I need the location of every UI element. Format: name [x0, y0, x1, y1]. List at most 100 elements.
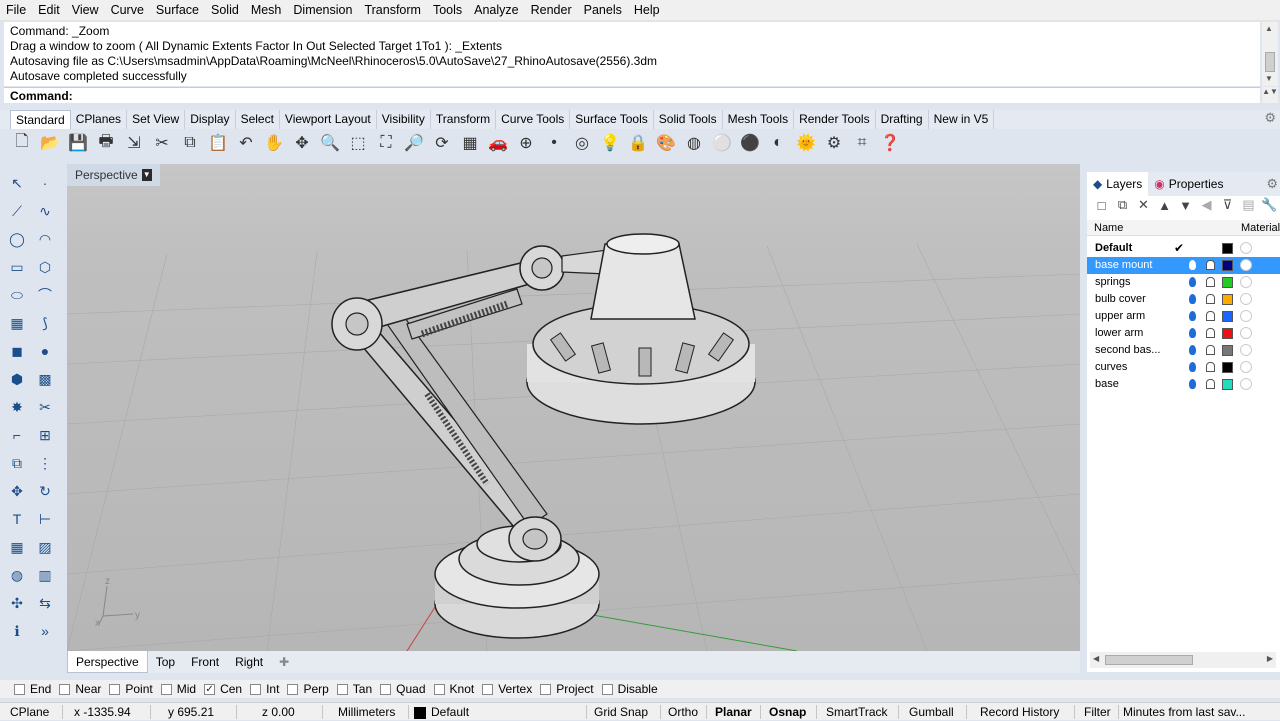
menu-analyze[interactable]: Analyze: [468, 0, 524, 21]
layer-color-swatch[interactable]: [1222, 311, 1233, 322]
tab-new-in-v5[interactable]: New in V5: [929, 110, 995, 129]
explode-icon[interactable]: ✸: [6, 396, 28, 418]
material-icon[interactable]: [1240, 378, 1252, 390]
checkbox[interactable]: [482, 683, 494, 695]
move-icon[interactable]: ✥: [288, 130, 316, 156]
checkbox[interactable]: [250, 683, 262, 695]
menu-help[interactable]: Help: [628, 0, 666, 21]
tab-mesh-tools[interactable]: Mesh Tools: [723, 110, 795, 129]
tab-standard[interactable]: Standard: [10, 110, 71, 129]
layer-color-swatch[interactable]: [1222, 345, 1233, 356]
visibility-bulb-icon[interactable]: [1189, 260, 1196, 270]
tab-properties[interactable]: ◉ Properties: [1148, 172, 1229, 196]
polyline-icon[interactable]: ⟋: [6, 200, 28, 222]
layer-color-swatch[interactable]: [1222, 362, 1233, 373]
layer-row[interactable]: base mount: [1087, 257, 1280, 274]
layer-color-swatch[interactable]: [1222, 243, 1233, 254]
unlock-icon[interactable]: [1206, 362, 1215, 372]
move-icon[interactable]: ✥: [6, 480, 28, 502]
osnap-quad[interactable]: Quad: [380, 682, 426, 696]
status-gumball[interactable]: Gumball: [909, 703, 954, 721]
unlock-icon[interactable]: [1206, 311, 1215, 321]
light-icon[interactable]: 💡: [596, 130, 624, 156]
open-icon[interactable]: 📂: [36, 130, 64, 156]
menu-panels[interactable]: Panels: [578, 0, 628, 21]
sun-icon[interactable]: 🌞: [792, 130, 820, 156]
analyze-icon[interactable]: ▦: [6, 536, 28, 558]
osnap-icon[interactable]: ◎: [568, 130, 596, 156]
osnap-mid[interactable]: Mid: [160, 682, 196, 696]
visibility-bulb-icon[interactable]: [1189, 362, 1196, 372]
tab-layers[interactable]: ◆ Layers: [1087, 172, 1149, 196]
gear-icon[interactable]: ⚙: [1264, 110, 1276, 126]
material-icon[interactable]: [1240, 293, 1252, 305]
scroll-right-icon[interactable]: ▶: [1267, 654, 1273, 663]
save-icon[interactable]: 💾: [64, 130, 92, 156]
dimension-icon[interactable]: ⊢: [34, 508, 56, 530]
checkbox[interactable]: [287, 683, 299, 695]
layer-row[interactable]: upper arm: [1087, 308, 1280, 325]
point-icon[interactable]: •: [540, 130, 568, 156]
material-icon[interactable]: [1240, 259, 1252, 271]
rotate-icon[interactable]: ↻: [34, 480, 56, 502]
status-units[interactable]: Millimeters: [338, 703, 395, 721]
checkbox[interactable]: [433, 683, 445, 695]
expand-icon[interactable]: »: [34, 620, 56, 642]
import-icon[interactable]: ⇲: [120, 130, 148, 156]
checkbox[interactable]: [59, 683, 71, 695]
material-icon[interactable]: [1240, 327, 1252, 339]
checkbox[interactable]: [160, 683, 172, 695]
mesh-icon[interactable]: ▩: [34, 368, 56, 390]
align-icon[interactable]: ⇆: [34, 592, 56, 614]
tab-front[interactable]: Front: [183, 651, 227, 673]
tab-drafting[interactable]: Drafting: [876, 110, 929, 129]
layer-color-swatch[interactable]: [1222, 328, 1233, 339]
material-icon[interactable]: 🎨: [652, 130, 680, 156]
polygon-icon[interactable]: ⬡: [34, 256, 56, 278]
material-icon[interactable]: [1240, 242, 1252, 254]
box-icon[interactable]: ◼: [6, 340, 28, 362]
status-record-history[interactable]: Record History: [980, 703, 1059, 721]
material-icon[interactable]: [1240, 310, 1252, 322]
visibility-bulb-icon[interactable]: [1189, 311, 1196, 321]
circle-icon[interactable]: ◯: [6, 228, 28, 250]
material-icon[interactable]: [1240, 344, 1252, 356]
render-icon[interactable]: ⚫: [736, 130, 764, 156]
status-cplane[interactable]: CPlane: [10, 703, 49, 721]
unlock-icon[interactable]: [1206, 345, 1215, 355]
layer-row[interactable]: bulb cover: [1087, 291, 1280, 308]
osnap-near[interactable]: Near: [59, 682, 101, 696]
material-icon[interactable]: [1240, 361, 1252, 373]
menu-render[interactable]: Render: [525, 0, 578, 21]
move-parent-icon[interactable]: ◀: [1196, 197, 1217, 213]
delete-layer-icon[interactable]: ✕: [1133, 197, 1154, 213]
render-icon[interactable]: ◍: [6, 564, 28, 586]
move-up-icon[interactable]: ▲: [1154, 198, 1175, 213]
status-smarttrack[interactable]: SmartTrack: [826, 703, 888, 721]
visibility-bulb-icon[interactable]: [1189, 277, 1196, 287]
menu-transform[interactable]: Transform: [358, 0, 427, 21]
osnap-project[interactable]: Project: [540, 682, 594, 696]
scroll-thumb[interactable]: [1105, 655, 1193, 665]
split-icon[interactable]: ✂: [34, 396, 56, 418]
menu-view[interactable]: View: [66, 0, 105, 21]
new-file-icon[interactable]: 🗋: [8, 130, 36, 156]
tab-transform[interactable]: Transform: [431, 110, 497, 129]
menu-curve[interactable]: Curve: [105, 0, 150, 21]
checkbox[interactable]: [14, 683, 25, 695]
add-viewport-icon[interactable]: ✚: [271, 651, 297, 673]
unlock-icon[interactable]: [1206, 260, 1215, 270]
history-scrollbar[interactable]: ▲ ▼: [1262, 22, 1278, 86]
osnap-point[interactable]: Point: [109, 682, 153, 696]
tab-visibility[interactable]: Visibility: [377, 110, 431, 129]
tab-surface-tools[interactable]: Surface Tools: [570, 110, 654, 129]
tab-perspective[interactable]: Perspective: [67, 651, 148, 673]
checkbox[interactable]: [540, 683, 552, 695]
visibility-bulb-icon[interactable]: [1189, 294, 1196, 304]
visibility-bulb-icon[interactable]: [1189, 345, 1196, 355]
zoom-window-icon[interactable]: ⬚: [344, 130, 372, 156]
checkbox[interactable]: [109, 683, 121, 695]
point-icon[interactable]: ·: [34, 172, 56, 194]
fillet-icon[interactable]: ⌒: [34, 284, 56, 306]
join-icon[interactable]: ⊞: [34, 424, 56, 446]
